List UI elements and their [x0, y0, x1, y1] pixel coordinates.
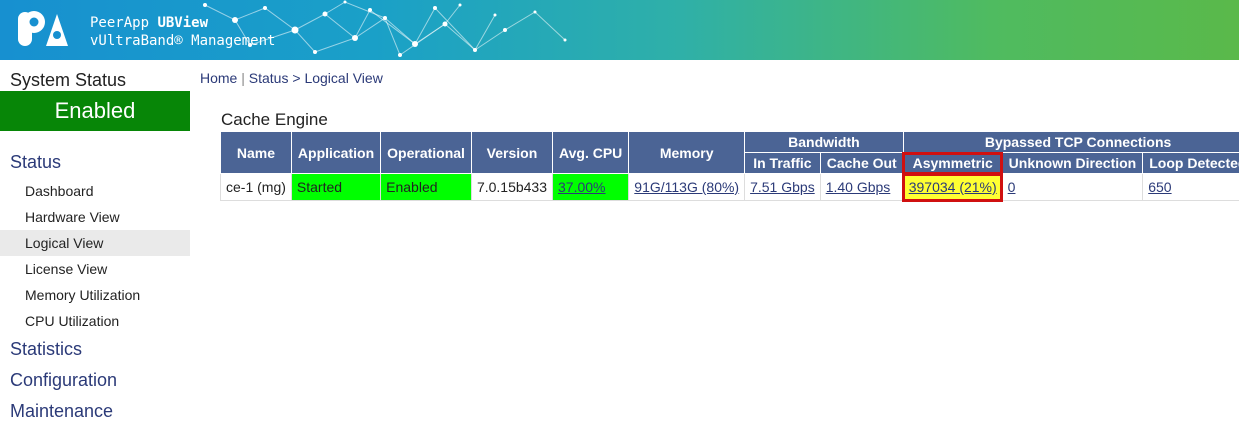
nav-item-license-view[interactable]: License View [0, 256, 190, 282]
cache-out-link[interactable]: 1.40 Gbps [826, 179, 891, 195]
cell-operational: Enabled [380, 173, 472, 201]
cell-unknown-direction: 0 [1001, 173, 1144, 201]
breadcrumb-home[interactable]: Home [200, 70, 237, 86]
nav-maintenance[interactable]: Maintenance [10, 401, 113, 422]
col-avg-cpu: Avg. CPU [552, 131, 630, 174]
cell-version: 7.0.15b433 [470, 173, 554, 201]
breadcrumb-separator: > [288, 70, 305, 86]
col-loop-detected: Loop Detected [1142, 152, 1239, 174]
nav-item-hardware-view[interactable]: Hardware View [0, 204, 190, 230]
sidebar: System Status Enabled Status Dashboard H… [0, 60, 190, 441]
section-title: Cache Engine [221, 110, 328, 129]
system-status-title: System Status [10, 70, 127, 90]
col-unknown-direction: Unknown Direction [1001, 152, 1144, 174]
col-name: Name [220, 131, 292, 174]
breadcrumb: Home | Status > Logical View [200, 70, 383, 86]
asymmetric-link[interactable]: 397034 (21%) [909, 179, 997, 195]
unknown-direction-link[interactable]: 0 [1008, 179, 1016, 195]
col-memory: Memory [628, 131, 746, 174]
breadcrumb-status[interactable]: Status [249, 70, 289, 86]
table-row: ce-1 (mg) Started Enabled 7.0.15b433 37.… [220, 172, 1239, 202]
nav-item-memory-utilization[interactable]: Memory Utilization [0, 282, 190, 308]
nav-status[interactable]: Status [10, 152, 61, 173]
memory-link[interactable]: 91G/113G (80%) [634, 179, 739, 195]
cell-name: ce-1 (mg) [220, 173, 292, 201]
nav-item-dashboard[interactable]: Dashboard [0, 178, 190, 204]
col-group-bypassed: Bypassed TCP Connections [902, 131, 1239, 153]
cell-memory: 91G/113G (80%) [628, 173, 746, 201]
loop-detected-link[interactable]: 650 [1148, 179, 1171, 195]
cache-engine-table: Name Application Operational Version Avg… [220, 131, 1239, 202]
peerapp-logo [18, 11, 68, 46]
breadcrumb-current: Logical View [304, 70, 383, 86]
cell-in-traffic: 7.51 Gbps [744, 173, 821, 201]
col-in-traffic: In Traffic [744, 152, 821, 174]
col-group-bandwidth: Bandwidth [744, 131, 904, 153]
cell-application: Started [290, 173, 382, 201]
brand-prefix: PeerApp [90, 15, 158, 31]
col-cache-out: Cache Out [819, 152, 904, 174]
col-asymmetric: Asymmetric [902, 151, 1004, 175]
avg-cpu-link[interactable]: 37.00% [558, 179, 605, 195]
nav-item-cpu-utilization[interactable]: CPU Utilization [0, 308, 190, 334]
app-header: PeerApp UBView vUltraBand® Management [0, 0, 1239, 60]
breadcrumb-separator: | [237, 70, 249, 86]
cell-loop-detected: 650 [1142, 173, 1239, 201]
cell-avg-cpu: 37.00% [552, 173, 630, 201]
nav-item-logical-view[interactable]: Logical View [0, 230, 190, 256]
in-traffic-link[interactable]: 7.51 Gbps [750, 179, 815, 195]
nav-statistics[interactable]: Statistics [10, 339, 82, 360]
col-application: Application [290, 131, 382, 174]
col-version: Version [470, 131, 554, 174]
system-status-badge: Enabled [0, 91, 190, 131]
col-operational: Operational [380, 131, 472, 174]
network-graphic [203, 0, 567, 57]
cell-cache-out: 1.40 Gbps [819, 173, 904, 201]
cell-asymmetric: 397034 (21%) [902, 172, 1004, 202]
nav-configuration[interactable]: Configuration [10, 370, 117, 391]
